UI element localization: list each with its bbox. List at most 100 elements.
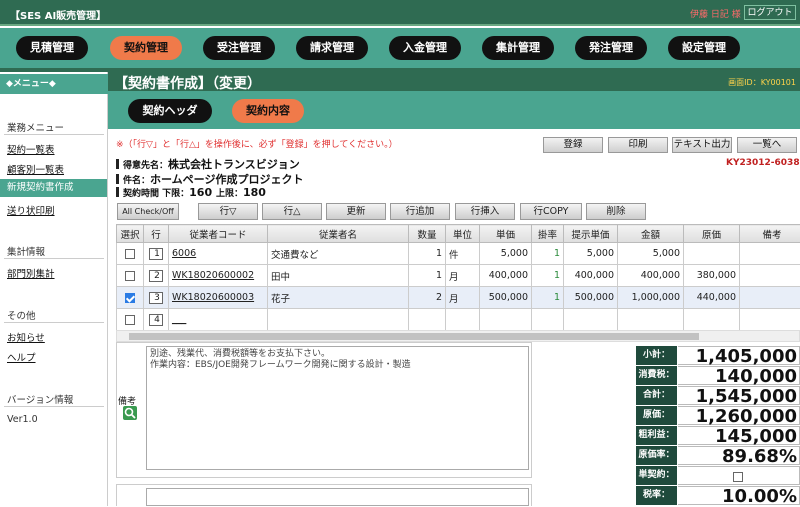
project-name: ホームページ作成プロジェクト: [150, 173, 303, 186]
nav-estimate[interactable]: 見積管理: [16, 36, 88, 60]
tab-bar: 契約ヘッダ 契約内容: [108, 91, 800, 129]
employee-name: [268, 309, 409, 331]
row-up-button[interactable]: 行△: [262, 203, 322, 220]
row-number-input[interactable]: 3: [149, 292, 163, 304]
nav-summary[interactable]: 集計管理: [482, 36, 554, 60]
nav-order[interactable]: 受注管理: [203, 36, 275, 60]
table-row[interactable]: 2WK18020600002田中1月400,0001400,000400,000…: [117, 265, 800, 287]
add-row-button[interactable]: 行追加: [390, 203, 450, 220]
sidebar-section-version: バージョン情報: [7, 392, 73, 406]
sidebar-item-customer-list[interactable]: 顧客別一覧表: [7, 162, 64, 176]
employee-code-link[interactable]: WK18020600002: [169, 265, 268, 287]
check-all-button[interactable]: All Check/Off: [117, 203, 179, 220]
note: [740, 265, 800, 287]
single-contract-cell: [678, 466, 800, 485]
employee-name: 田中: [268, 265, 409, 287]
note: [740, 309, 800, 331]
amount: 1,000,000: [618, 287, 684, 309]
employee-name: 花子: [268, 287, 409, 309]
project-info: 件名：ホームページ作成プロジェクト: [116, 171, 303, 187]
employee-code-link[interactable]: 6006: [169, 243, 268, 265]
row-checkbox[interactable]: [125, 271, 135, 281]
nav-payment[interactable]: 入金管理: [389, 36, 461, 60]
cost: 380,000: [684, 265, 740, 287]
table-header-row: 選択 行 従業者コード 従業者名 数量 単位 単価 掛率 提示単価 金額 原価 …: [117, 225, 800, 243]
row-down-button[interactable]: 行▽: [198, 203, 258, 220]
update-button[interactable]: 更新: [326, 203, 386, 220]
sidebar-item-new-contract[interactable]: 新規契約書作成: [0, 179, 107, 197]
cost-label: 原価：: [636, 406, 677, 425]
sidebar-item-help[interactable]: ヘルプ: [7, 350, 36, 364]
sidebar-item-news[interactable]: お知らせ: [7, 330, 45, 344]
col-price: 単価: [480, 225, 532, 243]
user-name: 伊藤 日記 様: [690, 7, 741, 20]
page-title-bar: 【契約書作成】（変更） 画面ID：KY00101: [108, 72, 800, 91]
row-number-input[interactable]: 4: [149, 314, 163, 326]
row-number-cell: 3: [144, 287, 169, 309]
row-checkbox[interactable]: [125, 249, 135, 259]
client-info: 得意先名：株式会社トランスビジョン: [116, 156, 300, 172]
notes-textarea-2[interactable]: [146, 488, 529, 506]
text-export-button[interactable]: テキスト出力: [672, 137, 732, 153]
scrollbar-thumb[interactable]: [129, 333, 699, 340]
table-row[interactable]: 3WK18020600003花子2月500,0001500,0001,000,0…: [117, 287, 800, 309]
unit-price: [480, 309, 532, 331]
hours-min: 160: [189, 186, 212, 199]
single-contract-checkbox[interactable]: [733, 472, 743, 482]
contract-lines-table: 選択 行 従業者コード 従業者名 数量 単位 単価 掛率 提示単価 金額 原価 …: [116, 224, 800, 330]
nav-settings[interactable]: 設定管理: [668, 36, 740, 60]
cost-value: 1,260,000: [678, 406, 800, 425]
register-button[interactable]: 登録: [543, 137, 603, 153]
table-row[interactable]: 4 ___: [117, 309, 800, 331]
amount: [618, 309, 684, 331]
sidebar-section-other: その他: [7, 308, 36, 322]
row-select-cell: [117, 265, 144, 287]
sidebar-divider: [4, 322, 104, 323]
sidebar: ◆メニュー◆ 業務メニュー 契約一覧表 顧客別一覧表 新規契約書作成 送り状印刷…: [0, 72, 108, 506]
sidebar-divider: [4, 406, 104, 407]
tab-contract-header[interactable]: 契約ヘッダ: [128, 99, 212, 123]
total-value: 1,545,000: [678, 386, 800, 405]
app-title: 【SES AI販売管理】: [10, 7, 106, 22]
col-note: 備考: [740, 225, 800, 243]
row-number-input[interactable]: 1: [149, 248, 163, 260]
insert-row-button[interactable]: 行挿入: [455, 203, 515, 220]
notice-text: ※（「行▽」と「行△」を操作後に、必ず「登録」を押してください。）: [116, 137, 398, 150]
employee-code-link[interactable]: WK18020600003: [169, 287, 268, 309]
print-button[interactable]: 印刷: [608, 137, 668, 153]
employee-code-link[interactable]: ___: [169, 309, 268, 331]
single-contract-label: 単契約：: [636, 466, 677, 485]
copy-row-button[interactable]: 行COPY: [520, 203, 582, 220]
delete-button[interactable]: 削除: [586, 203, 646, 220]
table-scrollbar[interactable]: [116, 330, 800, 342]
gross-profit-value: 145,000: [678, 426, 800, 445]
table-row[interactable]: 16006交通費など1件5,00015,0005,000: [117, 243, 800, 265]
sidebar-divider: [4, 258, 104, 259]
row-number-input[interactable]: 2: [149, 270, 163, 282]
search-icon[interactable]: [123, 406, 137, 420]
col-select: 選択: [117, 225, 144, 243]
col-cost: 原価: [684, 225, 740, 243]
logout-button[interactable]: ログアウト: [744, 5, 796, 20]
rate: 1: [532, 265, 564, 287]
tab-contract-content[interactable]: 契約内容: [232, 99, 304, 123]
list-button[interactable]: 一覧へ: [737, 137, 797, 153]
nav-contract[interactable]: 契約管理: [110, 36, 182, 60]
nav-purchase[interactable]: 発注管理: [575, 36, 647, 60]
unit-price: 5,000: [480, 243, 532, 265]
quantity: 2: [409, 287, 446, 309]
col-unit: 単位: [446, 225, 480, 243]
sidebar-item-invoice-print[interactable]: 送り状印刷: [7, 203, 55, 217]
screen-id: 画面ID：KY00101: [728, 77, 796, 88]
row-checkbox[interactable]: [125, 293, 135, 303]
notes-textarea[interactable]: 別途、残業代、消費税額等をお支払下さい。 作業内容：EBS/JOE開発フレームワ…: [146, 346, 529, 470]
note: [740, 287, 800, 309]
sidebar-item-contract-list[interactable]: 契約一覧表: [7, 142, 55, 156]
quantity: [409, 309, 446, 331]
version-text: Ver1.0: [7, 414, 38, 425]
unit: 月: [446, 265, 480, 287]
nav-billing[interactable]: 請求管理: [296, 36, 368, 60]
row-checkbox[interactable]: [125, 315, 135, 325]
row-select-cell: [117, 287, 144, 309]
sidebar-item-dept-summary[interactable]: 部門別集計: [7, 266, 55, 280]
